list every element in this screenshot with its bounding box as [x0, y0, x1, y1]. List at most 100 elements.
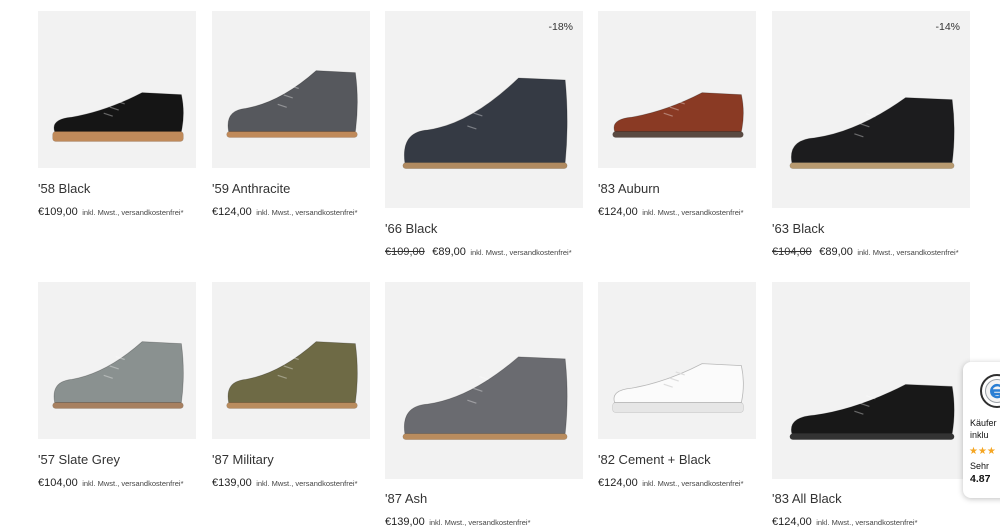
- tax-note: inkl. Mwst., versandkostenfrei*: [642, 208, 744, 217]
- shoe-upper: [403, 77, 568, 164]
- shoe-image: [52, 341, 184, 409]
- tax-note: inkl. Mwst., versandkostenfrei*: [82, 479, 184, 488]
- shoe-upper: [613, 92, 744, 132]
- price-line: €139,00 inkl. Mwst., versandkostenfrei*: [212, 475, 358, 491]
- shoe-sole: [789, 433, 955, 440]
- shoe-upper: [53, 341, 184, 403]
- trust-text-line1: Käufer: [970, 418, 997, 428]
- shoe-sole: [52, 402, 184, 409]
- shoe-sole: [402, 433, 568, 440]
- discount-badge: -14%: [935, 21, 960, 33]
- product-name[interactable]: '63 Black: [772, 221, 824, 236]
- trust-seal-icon: [980, 374, 1000, 408]
- tax-note: inkl. Mwst., versandkostenfrei*: [857, 248, 959, 257]
- product-card-58-black[interactable]: '58 Black €109,00 inkl. Mwst., versandko…: [38, 11, 196, 226]
- price-line: €124,00 inkl. Mwst., versandkostenfrei*: [598, 204, 744, 220]
- product-name[interactable]: '82 Cement + Black: [598, 452, 711, 467]
- price: €89,00: [432, 246, 466, 258]
- tax-note: inkl. Mwst., versandkostenfrei*: [256, 479, 358, 488]
- price: €89,00: [819, 246, 853, 258]
- shoe-lace: [866, 113, 876, 118]
- product-image[interactable]: [598, 282, 756, 439]
- product-image[interactable]: [772, 282, 970, 479]
- trust-badge-widget[interactable]: Käufer inklu ★★★ Sehr 4.87: [963, 362, 1000, 498]
- product-card-66-black[interactable]: -18% '66 Black €109,00 €89,00 inkl. Mwst…: [385, 11, 583, 266]
- product-name[interactable]: '57 Slate Grey: [38, 452, 120, 467]
- product-image[interactable]: -14%: [772, 11, 970, 208]
- shoe-image: [402, 77, 568, 169]
- shoe-image: [789, 384, 955, 440]
- shoe-lace: [479, 375, 489, 381]
- price: €124,00: [772, 516, 812, 528]
- shoe-sole: [612, 402, 744, 413]
- shoe-image: [226, 70, 358, 138]
- tax-note: inkl. Mwst., versandkostenfrei*: [470, 248, 572, 257]
- product-name[interactable]: '66 Black: [385, 221, 437, 236]
- product-name[interactable]: '87 Ash: [385, 491, 427, 506]
- discount-badge: -18%: [548, 21, 573, 33]
- shoe-image: [52, 92, 184, 142]
- price: €124,00: [212, 206, 252, 218]
- tax-note: inkl. Mwst., versandkostenfrei*: [642, 479, 744, 488]
- product-card-63-black[interactable]: -14% '63 Black €104,00 €89,00 inkl. Mwst…: [772, 11, 970, 266]
- product-card-83-auburn[interactable]: '83 Auburn €124,00 inkl. Mwst., versandk…: [598, 11, 756, 226]
- tax-note: inkl. Mwst., versandkostenfrei*: [256, 208, 358, 217]
- product-card-83-all-black[interactable]: '83 All Black €124,00 inkl. Mwst., versa…: [772, 282, 970, 531]
- shoe-image: [402, 356, 568, 440]
- product-image[interactable]: [38, 282, 196, 439]
- product-image[interactable]: -18%: [385, 11, 583, 208]
- product-image[interactable]: [385, 282, 583, 479]
- price-line: €104,00 inkl. Mwst., versandkostenfrei*: [38, 475, 184, 491]
- shoe-image: [789, 97, 955, 169]
- product-name[interactable]: '87 Military: [212, 452, 274, 467]
- old-price: €104,00: [772, 246, 812, 258]
- price: €139,00: [385, 516, 425, 528]
- product-card-82-cement-black[interactable]: '82 Cement + Black €124,00 inkl. Mwst., …: [598, 282, 756, 497]
- shoe-sole: [612, 131, 744, 138]
- shoe-sole: [402, 162, 568, 169]
- price: €104,00: [38, 477, 78, 489]
- rating-word: Sehr: [970, 461, 990, 471]
- price: €109,00: [38, 206, 78, 218]
- product-name[interactable]: '83 Auburn: [598, 181, 660, 196]
- shoe-upper: [790, 97, 955, 164]
- price-line: €124,00 inkl. Mwst., versandkostenfrei*: [772, 514, 918, 530]
- shoe-sole: [789, 162, 955, 169]
- product-card-59-anthracite[interactable]: '59 Anthracite €124,00 inkl. Mwst., vers…: [212, 11, 370, 226]
- price-line: €109,00 inkl. Mwst., versandkostenfrei*: [38, 204, 184, 220]
- shoe-image: [612, 92, 744, 138]
- price-line: €124,00 inkl. Mwst., versandkostenfrei*: [598, 475, 744, 491]
- product-card-57-slate-grey[interactable]: '57 Slate Grey €104,00 inkl. Mwst., vers…: [38, 282, 196, 497]
- shoe-image: [612, 363, 744, 413]
- product-image[interactable]: [212, 11, 370, 168]
- shoe-image: [226, 341, 358, 409]
- price: €124,00: [598, 477, 638, 489]
- product-name[interactable]: '59 Anthracite: [212, 181, 290, 196]
- price: €124,00: [598, 206, 638, 218]
- shoe-upper: [227, 341, 358, 403]
- shoe-upper: [227, 70, 358, 132]
- rating-stars: ★★★: [969, 446, 996, 457]
- shoe-upper: [790, 384, 955, 435]
- price: €139,00: [212, 477, 252, 489]
- product-image[interactable]: [38, 11, 196, 168]
- product-image[interactable]: [598, 11, 756, 168]
- product-name[interactable]: '58 Black: [38, 181, 90, 196]
- shoe-sole: [52, 131, 184, 142]
- trust-text-line2: inklu: [970, 430, 989, 440]
- price-line: €104,00 €89,00 inkl. Mwst., versandkoste…: [772, 244, 959, 260]
- shoe-upper: [613, 363, 744, 403]
- price-line: €124,00 inkl. Mwst., versandkostenfrei*: [212, 204, 358, 220]
- tax-note: inkl. Mwst., versandkostenfrei*: [82, 208, 184, 217]
- shoe-upper: [403, 356, 568, 435]
- old-price: €109,00: [385, 246, 425, 258]
- product-card-87-military[interactable]: '87 Military €139,00 inkl. Mwst., versan…: [212, 282, 370, 497]
- tax-note: inkl. Mwst., versandkostenfrei*: [429, 518, 531, 527]
- product-name[interactable]: '83 All Black: [772, 491, 842, 506]
- shoe-upper: [53, 92, 184, 132]
- shoe-sole: [226, 131, 358, 138]
- price-line: €109,00 €89,00 inkl. Mwst., versandkoste…: [385, 244, 572, 260]
- shoe-lace: [866, 395, 876, 400]
- product-card-87-ash[interactable]: '87 Ash €139,00 inkl. Mwst., versandkost…: [385, 282, 583, 531]
- product-image[interactable]: [212, 282, 370, 439]
